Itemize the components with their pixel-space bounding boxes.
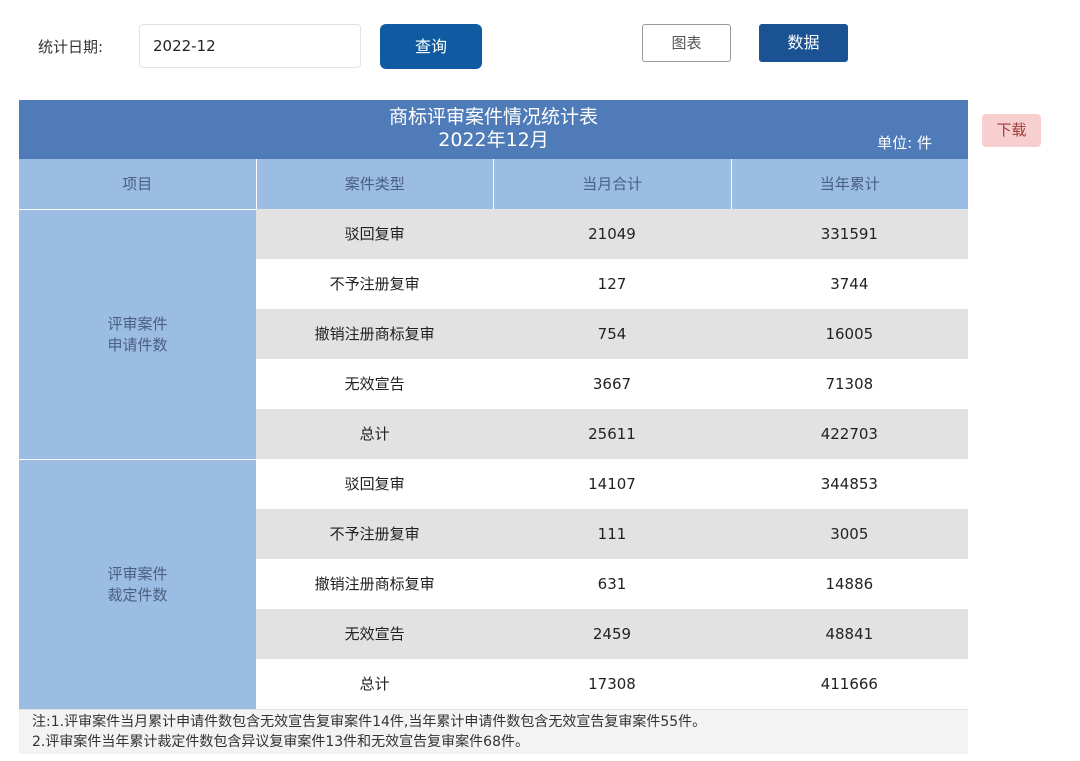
month-total-cell: 631 xyxy=(597,575,627,593)
chart-view-button[interactable]: 图表 xyxy=(642,24,731,62)
month-total-cell: 111 xyxy=(597,525,627,543)
group-label-line: 评审案件 xyxy=(107,564,168,583)
toolbar: 统计日期: 2022-12 查询 图表 数据 xyxy=(0,0,1080,90)
year-total-cell: 71308 xyxy=(825,375,874,393)
table-unit: 单位: 件 xyxy=(877,134,932,152)
month-total-cell: 3667 xyxy=(592,375,632,393)
table-header: 商标评审案件情况统计表 2022年12月 单位: 件 xyxy=(19,100,968,159)
table-row: 驳回复审 14107 344853 xyxy=(256,459,968,509)
row-group-applications: 评审案件 申请件数 驳回复审 21049 331591 不予注册复审 127 3… xyxy=(19,209,968,459)
column-header: 案件类型 xyxy=(255,159,494,209)
case-type-cell: 总计 xyxy=(359,675,390,693)
column-header: 当年累计 xyxy=(730,159,969,209)
query-button[interactable]: 查询 xyxy=(380,24,482,69)
year-total-cell: 344853 xyxy=(820,475,878,493)
case-type-cell: 撤销注册商标复审 xyxy=(314,325,435,343)
case-type-cell: 撤销注册商标复审 xyxy=(314,575,435,593)
table-title: 商标评审案件情况统计表 xyxy=(388,106,598,128)
case-type-cell: 总计 xyxy=(359,425,390,443)
table-month: 2022年12月 xyxy=(438,129,549,151)
year-total-cell: 14886 xyxy=(825,575,874,593)
month-total-cell: 25611 xyxy=(588,425,636,443)
month-total-cell: 2459 xyxy=(592,625,632,643)
group-rows: 驳回复审 14107 344853 不予注册复审 111 3005 撤销注册商标… xyxy=(256,459,968,709)
column-header: 当月合计 xyxy=(493,159,731,209)
case-type-cell: 驳回复审 xyxy=(344,475,405,493)
year-total-cell: 3744 xyxy=(830,275,869,293)
statistics-table: 商标评审案件情况统计表 2022年12月 单位: 件 项目 案件类型 当月合计 … xyxy=(19,100,968,754)
year-total-cell: 411666 xyxy=(820,675,878,693)
download-button[interactable]: 下载 xyxy=(982,114,1041,147)
group-label-line: 申请件数 xyxy=(107,335,168,354)
month-total-cell: 14107 xyxy=(588,475,636,493)
group-label: 评审案件 裁定件数 xyxy=(19,459,256,709)
month-total-cell: 754 xyxy=(597,325,627,343)
table-row: 总计 25611 422703 xyxy=(256,409,968,459)
date-input[interactable]: 2022-12 xyxy=(139,24,361,68)
table-row: 无效宣告 3667 71308 xyxy=(256,359,968,409)
table-row: 不予注册复审 111 3005 xyxy=(256,509,968,559)
column-header: 项目 xyxy=(122,175,153,193)
table-notes: 注:1.评审案件当月累计申请件数包含无效宣告复审案件14件,当年累计申请件数包含… xyxy=(19,709,968,754)
case-type-cell: 不予注册复审 xyxy=(329,275,420,293)
group-label-line: 评审案件 xyxy=(107,314,168,333)
case-type-cell: 无效宣告 xyxy=(344,625,405,643)
data-view-button[interactable]: 数据 xyxy=(759,24,848,62)
year-total-cell: 331591 xyxy=(820,225,878,243)
note-line: 注:1.评审案件当月累计申请件数包含无效宣告复审案件14件,当年累计申请件数包含… xyxy=(32,714,707,730)
case-type-cell: 无效宣告 xyxy=(344,375,405,393)
group-label: 评审案件 申请件数 xyxy=(19,209,256,459)
table-row: 无效宣告 2459 48841 xyxy=(256,609,968,659)
table-row: 总计 17308 411666 xyxy=(256,659,968,709)
month-total-cell: 127 xyxy=(597,275,627,293)
month-total-cell: 17308 xyxy=(588,675,636,693)
case-type-cell: 驳回复审 xyxy=(344,225,405,243)
year-total-cell: 16005 xyxy=(825,325,874,343)
year-total-cell: 422703 xyxy=(820,425,878,443)
group-label-line: 裁定件数 xyxy=(107,585,168,604)
year-total-cell: 3005 xyxy=(830,525,869,543)
table-row: 撤销注册商标复审 754 16005 xyxy=(256,309,968,359)
row-group-rulings: 评审案件 裁定件数 驳回复审 14107 344853 不予注册复审 111 3… xyxy=(19,459,968,709)
table-row: 驳回复审 21049 331591 xyxy=(256,209,968,259)
date-label: 统计日期: xyxy=(38,38,104,56)
note-line: 2.评审案件当年累计裁定件数包含异议复审案件13件和无效宣告复审案件68件。 xyxy=(32,734,529,750)
year-total-cell: 48841 xyxy=(825,625,874,643)
column-headers: 项目 案件类型 当月合计 当年累计 xyxy=(19,159,968,209)
group-rows: 驳回复审 21049 331591 不予注册复审 127 3744 撤销注册商标… xyxy=(256,209,968,459)
table-row: 撤销注册商标复审 631 14886 xyxy=(256,559,968,609)
case-type-cell: 不予注册复审 xyxy=(329,525,420,543)
table-row: 不予注册复审 127 3744 xyxy=(256,259,968,309)
month-total-cell: 21049 xyxy=(588,225,636,243)
